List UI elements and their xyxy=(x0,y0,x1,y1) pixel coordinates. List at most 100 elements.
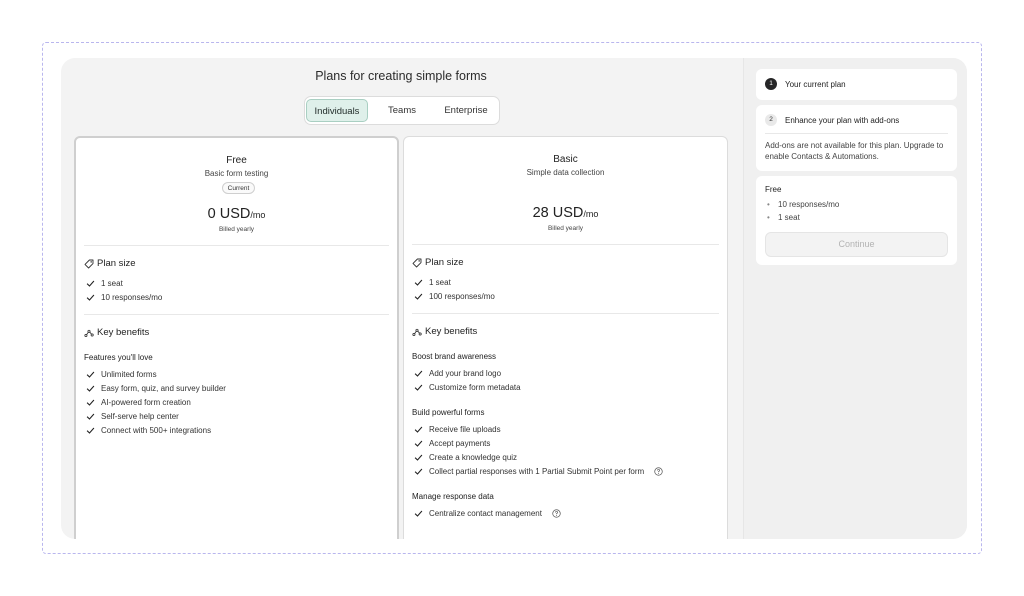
plan-size-item: 100 responses/mo xyxy=(414,292,495,301)
benefit-item: Unlimited forms xyxy=(86,370,157,379)
divider xyxy=(84,314,389,315)
tag-icon xyxy=(84,259,94,268)
check-icon xyxy=(86,413,95,420)
continue-button[interactable]: Continue xyxy=(765,232,948,257)
plan-size-heading: Plan size xyxy=(412,257,464,268)
divider xyxy=(412,313,719,314)
plan-size-heading: Plan size xyxy=(84,258,136,269)
plan-name: Basic xyxy=(553,154,578,165)
benefit-text: Customize form metadata xyxy=(429,383,521,392)
tag-icon xyxy=(412,258,422,267)
plan-size-text: 1 seat xyxy=(101,279,123,288)
benefit-text: Collect partial responses with 1 Partial… xyxy=(429,467,645,476)
plan-description: Basic form testing xyxy=(204,169,269,178)
benefit-text: Receive file uploads xyxy=(429,425,501,434)
plan-size-item: 10 responses/mo xyxy=(86,293,162,302)
benefit-text: Create a knowledge quiz xyxy=(429,453,518,462)
check-icon xyxy=(86,294,95,301)
benefit-text: Accept payments xyxy=(429,439,491,448)
billing-cycle: Billed yearly xyxy=(218,226,255,233)
benefit-group-title: Features you'll love xyxy=(84,353,153,362)
benefit-item: Accept payments xyxy=(414,439,490,448)
divider xyxy=(84,245,389,246)
key-benefits-heading: Key benefits xyxy=(412,326,477,337)
check-icon xyxy=(414,468,423,475)
summary-item: 1 seat xyxy=(767,213,800,222)
benefit-text: Add your brand logo xyxy=(429,369,502,378)
divider xyxy=(765,133,948,134)
add-ons-note: Add-ons are not available for this plan.… xyxy=(765,141,944,161)
check-icon xyxy=(86,280,95,287)
network-icon xyxy=(84,329,94,337)
summary-item: 10 responses/mo xyxy=(767,200,840,209)
summary-plan-name: Free xyxy=(765,185,782,194)
benefit-group-title: Build powerful forms xyxy=(412,408,485,417)
billing-cycle: Billed yearly xyxy=(547,225,584,232)
help-icon[interactable] xyxy=(552,509,561,518)
benefit-item: Customize form metadata xyxy=(414,383,521,392)
pricing-panel: Plans for creating simple forms Individu… xyxy=(61,58,967,539)
tab-enterprise[interactable]: Enterprise xyxy=(435,99,497,122)
check-icon xyxy=(86,399,95,406)
divider xyxy=(412,244,719,245)
check-icon xyxy=(414,510,423,517)
page-title: Plans for creating simple forms xyxy=(315,69,487,83)
plan-summary: Free 10 responses/mo 1 seat Continue xyxy=(756,176,957,265)
benefit-item: Centralize contact management xyxy=(414,509,561,518)
plan-size-item: 1 seat xyxy=(414,278,451,287)
price-amount: 0 USD xyxy=(207,206,251,222)
check-icon xyxy=(414,384,423,391)
current-badge: Current xyxy=(222,182,255,194)
plan-size-text: 1 seat xyxy=(429,278,451,287)
check-icon xyxy=(414,279,423,286)
benefit-text: Easy form, quiz, and survey builder xyxy=(101,384,226,393)
key-benefits-label: Key benefits xyxy=(425,326,478,337)
benefit-item: Add your brand logo xyxy=(414,369,501,378)
benefit-text: Self-serve help center xyxy=(101,412,179,421)
plan-size-label: Plan size xyxy=(97,258,136,269)
benefit-item: Receive file uploads xyxy=(414,425,501,434)
benefit-group-title: Boost brand awareness xyxy=(412,352,497,361)
plan-price: 28 USD/mo xyxy=(404,205,727,221)
plan-type-tabs: Individuals Teams Enterprise xyxy=(304,96,500,125)
check-icon xyxy=(414,426,423,433)
check-icon xyxy=(414,454,423,461)
step-add-ons: 2 Enhance your plan with add-ons Add-ons… xyxy=(756,105,957,171)
check-icon xyxy=(86,371,95,378)
check-icon xyxy=(86,385,95,392)
step-label: Your current plan xyxy=(785,80,846,89)
check-icon xyxy=(414,293,423,300)
check-icon xyxy=(414,440,423,447)
benefit-text: Centralize contact management xyxy=(429,509,542,518)
step-label: Enhance your plan with add-ons xyxy=(785,116,900,125)
plan-name: Free xyxy=(226,155,247,166)
price-amount: 28 USD xyxy=(532,205,584,221)
plan-size-item: 1 seat xyxy=(86,279,123,288)
benefit-item: Self-serve help center xyxy=(86,412,179,421)
check-icon xyxy=(414,370,423,377)
benefit-item: Collect partial responses with 1 Partial… xyxy=(414,467,663,476)
benefit-item: Create a knowledge quiz xyxy=(414,453,517,462)
benefit-text: AI-powered form creation xyxy=(101,398,191,407)
plan-card-free[interactable]: Free Basic form testing Current 0 USD/mo… xyxy=(74,136,399,539)
price-period: /mo xyxy=(583,209,599,219)
benefit-text: Unlimited forms xyxy=(101,370,157,379)
benefit-text: Connect with 500+ integrations xyxy=(101,426,212,435)
plan-card-basic[interactable]: Basic Simple data collection 28 USD/mo B… xyxy=(403,136,728,539)
tab-teams[interactable]: Teams xyxy=(371,99,433,122)
help-icon[interactable] xyxy=(654,467,663,476)
plan-size-text: 100 responses/mo xyxy=(429,292,495,301)
plans-area: Plans for creating simple forms Individu… xyxy=(61,58,741,539)
key-benefits-label: Key benefits xyxy=(97,327,150,338)
step-number: 2 xyxy=(765,114,777,126)
checkout-sidebar: 1 Your current plan 2 Enhance your plan … xyxy=(743,58,967,539)
plan-size-label: Plan size xyxy=(425,257,464,268)
plan-size-text: 10 responses/mo xyxy=(101,293,163,302)
key-benefits-heading: Key benefits xyxy=(84,327,149,338)
summary-item-text: 10 responses/mo xyxy=(778,200,840,209)
tab-individuals[interactable]: Individuals xyxy=(306,99,368,122)
step-number: 1 xyxy=(765,78,777,90)
benefit-item: Connect with 500+ integrations xyxy=(86,426,211,435)
price-period: /mo xyxy=(250,210,266,220)
network-icon xyxy=(412,328,422,336)
